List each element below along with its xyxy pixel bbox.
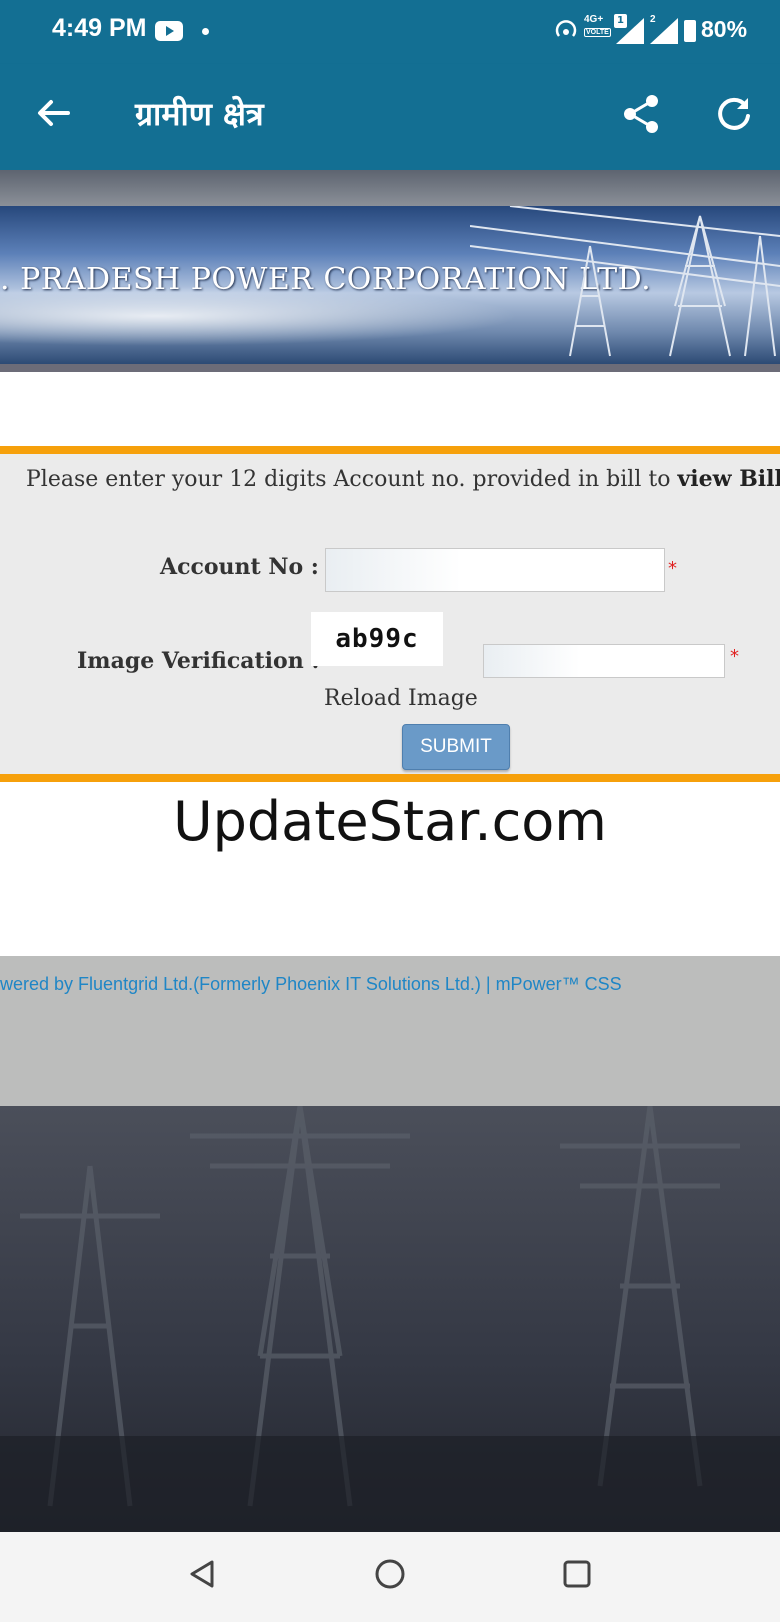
network-type-icon: 4G+ VOLTE	[584, 14, 611, 39]
hotspot-icon	[553, 18, 579, 46]
watermark-area: UpdateStar.com	[0, 782, 780, 956]
background-towers-image	[0, 1106, 780, 1532]
volte-badge: VOLTE	[584, 28, 611, 37]
status-bar: 4:49 PM 4G+ VOLTE 1 2 80%	[0, 0, 780, 64]
account-required-mark: *	[668, 558, 677, 579]
captcha-required-mark: *	[730, 646, 739, 667]
submit-button[interactable]: SUBMIT	[402, 724, 510, 770]
account-no-input[interactable]	[325, 548, 665, 592]
instructions-bold: view Bill &	[677, 466, 780, 492]
reload-image-link[interactable]: Reload Image	[324, 686, 478, 711]
form-instructions: Please enter your 12 digits Account no. …	[26, 466, 780, 492]
banner-bottom-strip	[0, 364, 780, 372]
youtube-notification-icon	[155, 21, 183, 41]
back-arrow-icon[interactable]	[34, 94, 72, 139]
instructions-text: Please enter your 12 digits Account no. …	[26, 467, 678, 492]
powered-by-link[interactable]: wered by Fluentgrid Ltd.(Formerly Phoeni…	[0, 974, 622, 995]
battery-percent: 80%	[701, 16, 748, 42]
signal-sim2-icon	[650, 18, 678, 44]
share-icon[interactable]	[620, 92, 664, 136]
banner-top-strip	[0, 170, 780, 206]
orange-divider-top	[0, 446, 780, 454]
orange-divider-bottom	[0, 774, 780, 782]
page-title: ग्रामीण क्षेत्र	[135, 95, 264, 133]
refresh-icon[interactable]	[712, 92, 756, 136]
battery-icon	[684, 20, 696, 42]
spacer	[0, 372, 780, 446]
footer: wered by Fluentgrid Ltd.(Formerly Phoeni…	[0, 956, 780, 1106]
nav-back-icon[interactable]	[186, 1558, 218, 1594]
nav-recents-icon[interactable]	[561, 1558, 593, 1594]
bill-form: Please enter your 12 digits Account no. …	[0, 454, 780, 774]
notification-dot-icon	[202, 28, 209, 35]
nav-home-icon[interactable]	[374, 1558, 406, 1594]
signal-sim1-icon	[616, 18, 644, 44]
captcha-image: ab99c	[311, 612, 443, 666]
captcha-input[interactable]	[483, 644, 725, 678]
image-verification-label: Image Verification :	[77, 648, 320, 674]
corporation-banner: . PRADESH POWER CORPORATION LTD.	[0, 206, 780, 364]
status-time: 4:49 PM	[52, 14, 147, 42]
power-tower-silhouette-icon	[0, 1106, 780, 1532]
transmission-tower-icon	[470, 206, 780, 357]
watermark-text: UpdateStar.com	[173, 790, 607, 853]
network-type: 4G+	[584, 14, 604, 25]
account-no-label: Account No :	[160, 554, 319, 580]
app-bar: ग्रामीण क्षेत्र	[0, 64, 780, 170]
system-nav-bar	[0, 1532, 780, 1622]
